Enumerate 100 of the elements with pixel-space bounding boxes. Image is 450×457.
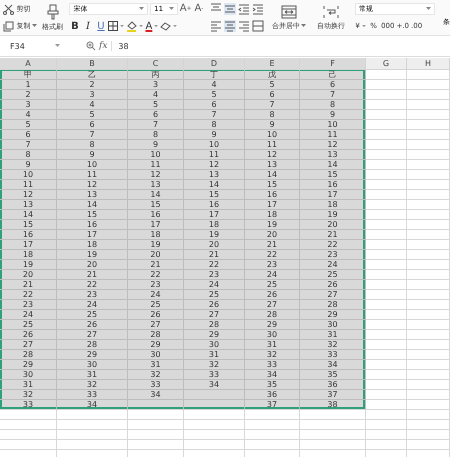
italic-button[interactable]: I (82, 20, 94, 33)
table-cell (366, 270, 407, 280)
table-cell: 7 (300, 90, 366, 100)
indent-button[interactable] (238, 2, 250, 15)
table-cell: 32 (245, 350, 300, 360)
table-cell (407, 430, 450, 440)
table-cell: 12 (300, 140, 366, 150)
table-cell (407, 240, 450, 250)
table-cell (366, 400, 407, 410)
align-middle-button[interactable] (224, 2, 236, 15)
function-button[interactable]: fx (99, 41, 112, 51)
table-cell: 16 (300, 180, 366, 190)
table-cell: 27 (184, 310, 245, 320)
column-header[interactable]: B (57, 58, 128, 69)
table-cell (407, 170, 450, 180)
caret-icon (154, 24, 158, 28)
wrap-text-icon (323, 4, 340, 18)
table-cell: 25 (245, 280, 300, 290)
table-cell (0, 430, 57, 440)
table-cell: 26 (300, 280, 366, 290)
table-cell (407, 310, 450, 320)
align-right-icon (238, 20, 250, 32)
table-cell: 32 (128, 370, 184, 380)
scissors-icon (3, 4, 14, 14)
table-cell: 7 (0, 140, 57, 150)
table-cell: 34 (300, 360, 366, 370)
table-cell (184, 400, 245, 410)
table-cell: 26 (0, 330, 57, 340)
distribute-button[interactable] (252, 20, 264, 32)
table-cell: 7 (57, 130, 128, 140)
table-cell (407, 180, 450, 190)
zoom-icon[interactable] (86, 41, 96, 51)
table-cell: 13 (184, 170, 245, 180)
table-cell (407, 280, 450, 290)
border-button[interactable] (108, 20, 124, 33)
table-cell: 8 (245, 110, 300, 120)
table-cell: 11 (57, 170, 128, 180)
table-cell: 甲 (0, 70, 57, 80)
table-cell: 22 (128, 270, 184, 280)
table-cell (57, 430, 128, 440)
table-cell (366, 190, 407, 200)
table-cell: 20 (245, 230, 300, 240)
caret-icon (173, 24, 178, 28)
table-cell (128, 400, 184, 410)
table-cell (366, 260, 407, 270)
table-cell (407, 420, 450, 430)
table-cell: 30 (245, 330, 300, 340)
table-cell (300, 420, 366, 430)
clear-button[interactable] (160, 20, 178, 33)
fill-color-button[interactable] (126, 20, 144, 33)
table-cell (128, 410, 184, 420)
column-header[interactable]: G (366, 58, 407, 69)
table-cell: 戊 (245, 70, 300, 80)
column-header[interactable]: F (300, 58, 366, 69)
table-cell (407, 150, 450, 160)
table-cell: 20 (57, 260, 128, 270)
table-cell: 12 (0, 190, 57, 200)
name-box[interactable]: F34 (6, 40, 64, 52)
table-cell: 29 (245, 320, 300, 330)
table-cell: 29 (184, 330, 245, 340)
indent-icon (238, 2, 250, 15)
table-cell: 9 (0, 160, 57, 170)
caret-icon (139, 24, 144, 28)
table-cell: 27 (128, 320, 184, 330)
table-cell: 16 (245, 190, 300, 200)
table-cell: 34 (245, 370, 300, 380)
table-cell: 36 (245, 390, 300, 400)
bold-button[interactable]: B (69, 20, 80, 33)
table-cell (366, 210, 407, 220)
table-cell: 31 (245, 340, 300, 350)
table-cell: 9 (57, 150, 128, 160)
table-cell: 20 (128, 250, 184, 260)
font-color-button[interactable]: A (145, 20, 158, 33)
align-right-button[interactable] (238, 20, 250, 32)
table-cell: 31 (0, 380, 57, 390)
table-cell: 19 (184, 230, 245, 240)
table-cell: 丁 (184, 70, 245, 80)
column-header[interactable]: D (184, 58, 245, 69)
table-cell: 11 (300, 130, 366, 140)
table-cell: 24 (57, 300, 128, 310)
align-left-icon (210, 20, 222, 32)
table-cell: 33 (57, 390, 128, 400)
align-center-button[interactable] (224, 20, 236, 32)
table-cell (366, 350, 407, 360)
column-header[interactable]: H (407, 58, 450, 69)
underline-button[interactable]: U (95, 20, 106, 33)
table-cell (57, 410, 128, 420)
table-cell (300, 410, 366, 420)
formula-input[interactable]: 38 (118, 42, 129, 50)
table-cell (184, 410, 245, 420)
column-header[interactable]: E (245, 58, 300, 69)
align-left-button[interactable] (210, 20, 222, 32)
table-cell: 1 (0, 80, 57, 90)
caret-icon (168, 6, 174, 11)
table-cell (366, 370, 407, 380)
indent-button[interactable] (252, 2, 264, 15)
table-cell (366, 110, 407, 120)
column-header[interactable]: A (0, 58, 57, 69)
table-cell: 18 (0, 250, 57, 260)
column-header[interactable]: C (128, 58, 184, 69)
